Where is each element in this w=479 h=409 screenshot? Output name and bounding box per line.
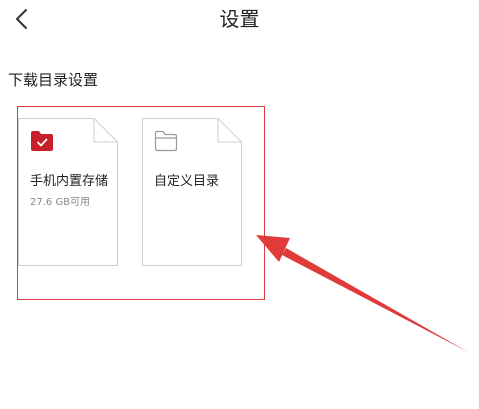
card-available-space: 27.6 GB可用	[30, 197, 91, 208]
storage-card-internal[interactable]: 手机内置存储 27.6 GB可用	[18, 118, 118, 266]
storage-card-custom[interactable]: 自定义目录	[142, 118, 242, 266]
page-title: 设置	[219, 7, 260, 31]
folder-check-icon	[30, 130, 54, 152]
section-title: 下载目录设置	[8, 71, 99, 89]
card-name: 手机内置存储	[30, 174, 109, 189]
folder-outline-icon	[154, 130, 178, 152]
card-name: 自定义目录	[154, 174, 220, 189]
